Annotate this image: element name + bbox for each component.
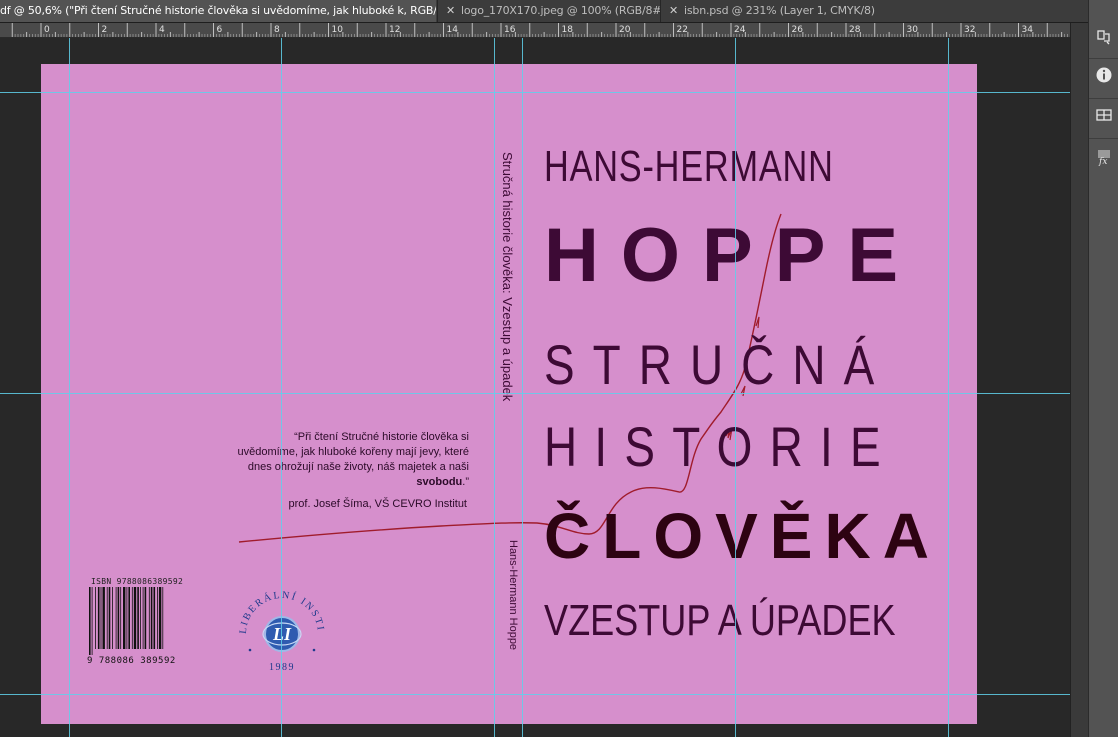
info-icon[interactable] [1092,66,1116,90]
vertical-scrollbar[interactable] [1070,23,1089,737]
ruler-label: 32 [964,25,975,35]
guide-vertical[interactable] [948,38,949,737]
guide-vertical[interactable] [735,38,736,737]
ruler-label: 0 [44,25,50,35]
ruler-label: 8 [274,25,280,35]
ruler-label: 14 [447,25,459,35]
guide-vertical[interactable] [494,38,495,737]
guide-vertical[interactable] [69,38,70,737]
ruler-label: 10 [332,25,344,35]
author-first-name: HANS-HERMANN [544,142,834,191]
title-line-3: ČLOVĚKA [544,500,941,572]
guide-horizontal[interactable] [0,393,1070,394]
book-cover-page[interactable]: Stručná historie člověka: Vzestup a úpad… [41,64,977,724]
ruler-label: 22 [677,25,688,35]
collapsed-panel-dock: fx [1088,0,1118,737]
title-line-1: STRUČNÁ [544,333,893,396]
ruler-label: 12 [389,25,400,35]
quote-bold-word: svobodu [416,476,463,488]
logo-year: 1989 [269,662,295,673]
author-last-name: HOPPE [544,213,921,298]
ruler-label: 16 [504,25,516,35]
ruler-label: 2 [102,25,108,35]
spine-author: Hans-Hermann Hoppe [507,540,519,651]
ruler-label: 4 [159,25,165,35]
tab-cover-document[interactable]: df @ 50,6% ("Při čtení Stručné historie … [0,0,436,22]
history-icon[interactable] [1092,28,1116,52]
ruler-label: 28 [849,25,861,35]
isbn-barcode [89,587,164,655]
ruler-label: 34 [1022,25,1034,35]
ruler-label: 20 [619,25,631,35]
layers-grid-icon[interactable] [1092,106,1116,130]
title-line-2: HISTORIE [544,415,898,478]
tab-logo-jpeg[interactable]: ✕ logo_170X170.jpeg @ 100% (RGB/8#) [437,0,660,22]
horizontal-ruler[interactable]: 0 2 4 6 8 10 12 14 16 18 20 22 24 26 28 30 32 34 [0,23,1070,38]
quote-end: .” [462,476,469,488]
quote-text: “Při čtení Stručné historie člověka si u… [237,431,469,473]
tab-label: isbn.psd @ 231% (Layer 1, CMYK/8) [684,4,875,17]
tab-label: df @ 50,6% ("Při čtení Stručné historie … [0,4,436,17]
fx-styles-icon[interactable]: fx [1092,148,1116,172]
ruler-label: 30 [907,25,919,35]
back-cover-quote: “Při čtení Stručné historie člověka si u… [231,430,469,490]
book-subtitle: VZESTUP A ÚPADEK [544,596,896,645]
ruler-label: 18 [562,25,574,35]
spine-title: Stručná historie člověka: Vzestup a úpad… [500,152,515,402]
ruler-label: 24 [734,25,746,35]
tab-isbn-psd[interactable]: ✕ isbn.psd @ 231% (Layer 1, CMYK/8) [660,0,876,22]
document-canvas[interactable]: Stručná historie člověka: Vzestup a úpad… [0,38,1070,737]
quote-attribution: prof. Josef Šíma, VŠ CEVRO Institut [288,498,467,510]
svg-text:fx: fx [1098,157,1107,166]
isbn-label: ISBN 9788086389592 [91,577,184,586]
document-tab-bar: df @ 50,6% ("Při čtení Stručné historie … [0,0,1088,23]
ruler-ticks: 0 2 4 6 8 10 12 14 16 18 20 22 24 26 28 30 32 34 [11,23,1068,37]
close-icon[interactable]: ✕ [669,0,678,22]
guide-horizontal[interactable] [0,694,1070,695]
barcode-number: 9 788086 389592 [87,656,176,666]
tab-label: logo_170X170.jpeg @ 100% (RGB/8#) [461,4,660,17]
ruler-label: 6 [217,25,223,35]
guide-horizontal[interactable] [0,92,1070,93]
close-icon[interactable]: ✕ [446,0,455,22]
liberalni-institut-logo: LIBERÁLNÍ INSTITUT LI 1989 [236,584,324,673]
guide-vertical[interactable] [281,38,282,737]
guide-vertical[interactable] [522,38,523,737]
ruler-label: 26 [792,25,804,35]
